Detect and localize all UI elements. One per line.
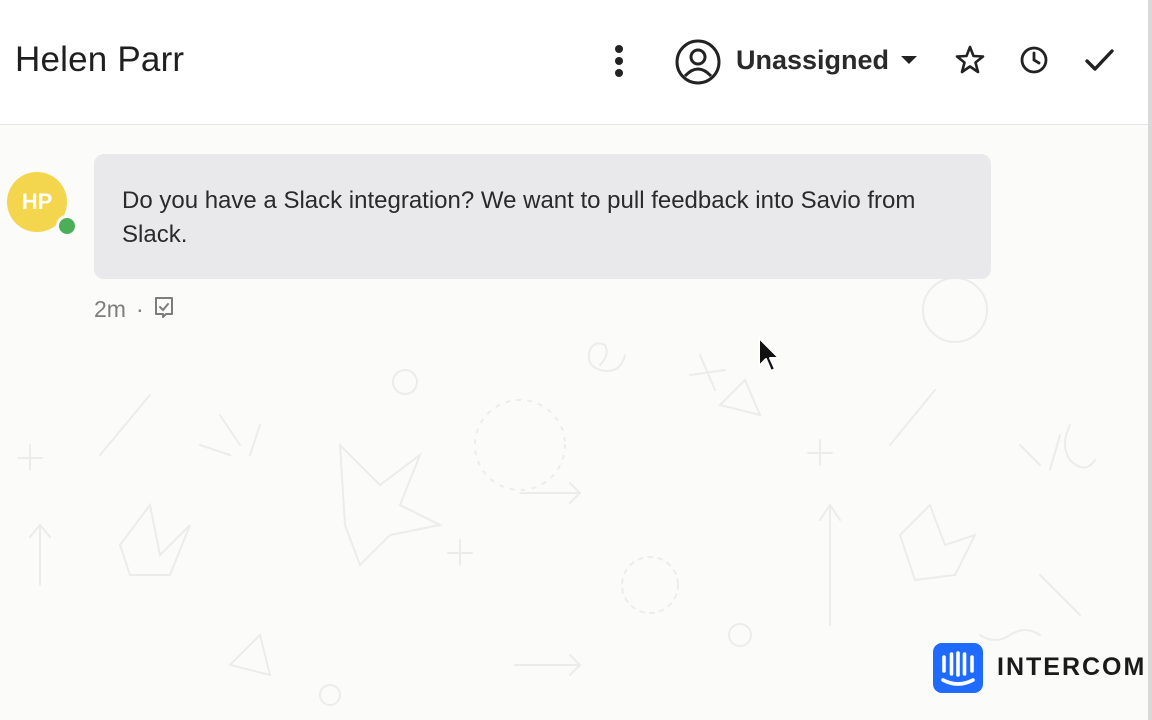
assignee-label: Unassigned (736, 45, 890, 75)
star-icon (955, 45, 985, 74)
message-timestamp: 2m (94, 296, 126, 322)
check-icon (1085, 49, 1114, 71)
conversation-title: Helen Parr (15, 40, 185, 79)
conversation-header: Helen Parr Unassigned (0, 0, 1148, 125)
window-edge (1148, 0, 1152, 720)
more-options-button[interactable] (600, 40, 638, 82)
close-conversation-button[interactable] (1081, 42, 1117, 78)
seen-icon[interactable] (153, 295, 175, 319)
author-avatar[interactable]: HP (7, 172, 78, 237)
message-bubble: Do you have a Slack integration? We want… (94, 154, 991, 279)
user-circle-icon (675, 39, 721, 85)
star-button[interactable] (952, 42, 988, 78)
message-text: Do you have a Slack integration? We want… (122, 187, 916, 248)
more-vertical-icon (615, 45, 623, 77)
intercom-wordmark: INTERCOM (997, 653, 1147, 681)
assignee-dropdown[interactable]: Unassigned (674, 36, 924, 86)
clock-icon (1020, 46, 1048, 74)
intercom-logo-icon (933, 643, 983, 693)
mouse-cursor-icon (758, 337, 780, 372)
meta-separator: · (136, 296, 144, 322)
caret-down-icon (901, 56, 917, 64)
intercom-branding: INTERCOM (933, 643, 1147, 695)
online-status-indicator (56, 215, 78, 237)
snooze-button[interactable] (1016, 42, 1052, 78)
